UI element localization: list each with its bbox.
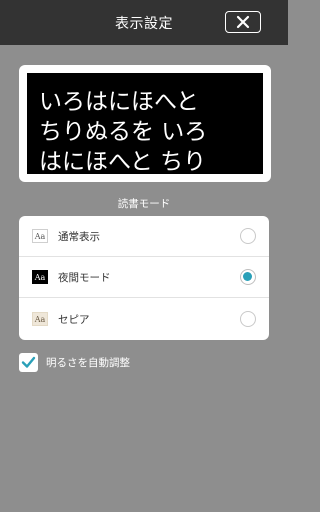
sepia-mode-icon: Aa xyxy=(32,312,48,326)
auto-brightness-label: 明るさを自動調整 xyxy=(46,356,130,369)
checkmark-icon xyxy=(21,356,36,368)
text-preview: いろはにほへと ちりぬるを いろ はにほへと ちり xyxy=(19,65,271,182)
mode-radio-normal[interactable] xyxy=(240,228,256,244)
normal-mode-icon: Aa xyxy=(32,229,48,243)
reading-mode-list: Aa 通常表示 Aa 夜間モード Aa セピア xyxy=(19,216,269,340)
auto-brightness-toggle[interactable]: 明るさを自動調整 xyxy=(19,352,130,372)
close-button[interactable] xyxy=(225,11,261,33)
mode-option-sepia[interactable]: Aa セピア xyxy=(19,298,269,340)
night-mode-icon: Aa xyxy=(32,270,48,284)
mode-radio-sepia[interactable] xyxy=(240,311,256,327)
close-icon xyxy=(236,15,250,29)
mode-label: 通常表示 xyxy=(58,230,100,243)
mode-radio-night[interactable] xyxy=(240,269,256,285)
auto-brightness-checkbox[interactable] xyxy=(19,352,38,372)
mode-option-night[interactable]: Aa 夜間モード xyxy=(19,257,269,298)
mode-label: セピア xyxy=(58,313,90,326)
page-title: 表示設定 xyxy=(115,15,173,32)
mode-option-normal[interactable]: Aa 通常表示 xyxy=(19,216,269,257)
preview-sample-text: いろはにほへと ちりぬるを いろ はにほへと ちり xyxy=(39,89,208,174)
mode-label: 夜間モード xyxy=(58,271,111,284)
header-bar: 表示設定 xyxy=(0,0,288,45)
text-preview-canvas: いろはにほへと ちりぬるを いろ はにほへと ちり xyxy=(27,73,263,174)
reading-mode-heading: 読書モード xyxy=(117,198,171,210)
